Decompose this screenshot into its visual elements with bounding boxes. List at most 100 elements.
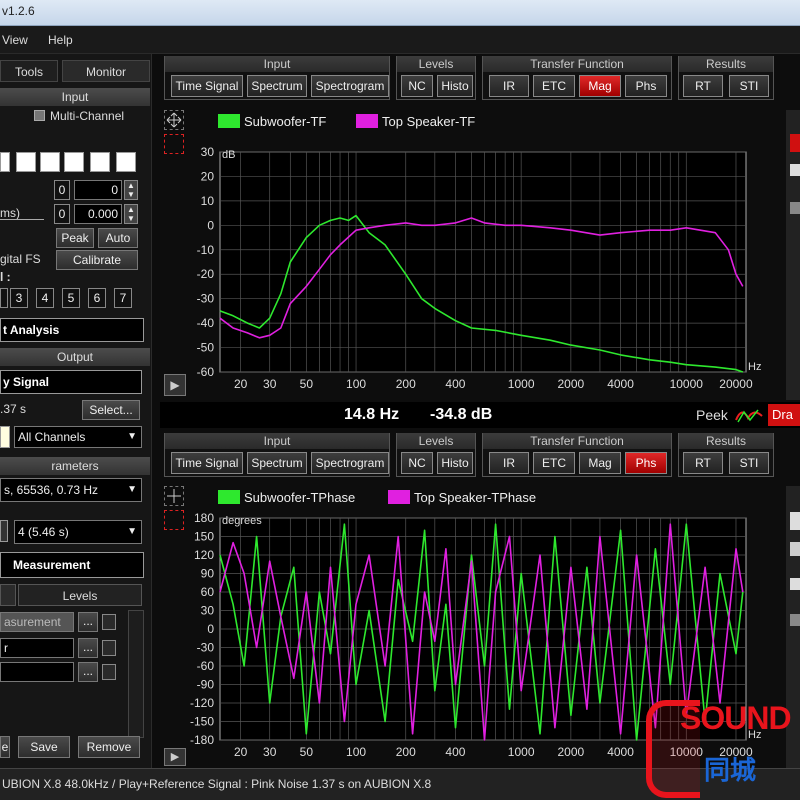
drag-button[interactable]: Dra xyxy=(768,404,800,426)
rt-button[interactable]: RT xyxy=(683,75,723,97)
tab-monitor[interactable]: Monitor xyxy=(62,60,150,82)
tab-tools[interactable]: Tools xyxy=(0,60,58,82)
channel-3[interactable]: 3 xyxy=(10,288,28,308)
right-side-panel xyxy=(786,110,800,400)
mag-button[interactable]: Mag xyxy=(579,75,621,97)
right-checkbox[interactable] xyxy=(790,578,800,590)
lock-icon[interactable] xyxy=(102,614,116,630)
list-scrollbar[interactable] xyxy=(128,610,144,738)
legend-swatch xyxy=(218,490,240,504)
x-tick-label: 4000 xyxy=(607,377,634,391)
legend-item[interactable]: Subwoofer-TF xyxy=(218,112,326,130)
legend-swatch xyxy=(356,114,378,128)
lock-icon[interactable] xyxy=(102,664,116,680)
add-button[interactable]: e xyxy=(0,736,10,758)
spectrogram-button[interactable]: Spectrogram xyxy=(311,75,389,97)
spin1-arrows[interactable]: ▲ ▼ xyxy=(124,180,138,200)
play-icon[interactable]: ▶ xyxy=(164,374,186,396)
right-checkbox[interactable] xyxy=(790,614,800,626)
analysis-section[interactable]: t Analysis xyxy=(0,318,144,342)
legend-item[interactable]: Subwoofer-TPhase xyxy=(218,488,355,506)
lock-icon[interactable] xyxy=(102,640,116,656)
x-tick-label: 400 xyxy=(445,745,465,759)
time-signal-button[interactable]: Time Signal xyxy=(171,75,243,97)
calibrate-button[interactable]: Calibrate xyxy=(56,250,138,270)
histo-button[interactable]: Histo xyxy=(437,452,473,474)
etc-button[interactable]: ETC xyxy=(533,75,575,97)
channel-box-4[interactable] xyxy=(64,152,84,172)
select-button[interactable]: Select... xyxy=(82,400,140,420)
signal-section[interactable]: y Signal xyxy=(0,370,142,394)
spin1-value[interactable]: 0 xyxy=(74,180,122,200)
channel-box-3[interactable] xyxy=(40,152,60,172)
list-item-options[interactable]: ... xyxy=(78,662,98,682)
watermark-logo: SOUND 同城 xyxy=(640,700,800,800)
ir-button[interactable]: IR xyxy=(489,452,529,474)
channel-6[interactable]: 6 xyxy=(88,288,106,308)
measurement-section[interactable]: Measurement xyxy=(0,552,144,578)
sti-button[interactable]: STI xyxy=(729,75,769,97)
channel-box-1[interactable] xyxy=(0,152,10,172)
spectrogram-button[interactable]: Spectrogram xyxy=(311,452,389,474)
tab-levels[interactable]: Levels xyxy=(18,584,142,606)
spin2-arrows[interactable]: ▲ ▼ xyxy=(124,204,138,224)
spin2-index[interactable]: 0 xyxy=(54,204,70,224)
fft-dropdown[interactable]: s, 65536, 0.73 Hz xyxy=(0,478,142,502)
right-checkbox[interactable] xyxy=(790,202,800,214)
etc-button[interactable]: ETC xyxy=(533,452,575,474)
y-tick-label: -120 xyxy=(190,696,214,710)
averages-dropdown[interactable]: 4 (5.46 s) xyxy=(14,520,142,544)
rt-button[interactable]: RT xyxy=(683,452,723,474)
channel-box-2[interactable] xyxy=(16,152,36,172)
list-item-options[interactable]: ... xyxy=(78,638,98,658)
list-item[interactable]: asurement xyxy=(0,612,74,632)
move-icon[interactable] xyxy=(164,110,184,130)
spin2-value[interactable]: 0.000 xyxy=(74,204,122,224)
right-checkbox[interactable] xyxy=(790,542,800,556)
averages-checkbox[interactable] xyxy=(0,520,8,542)
histo-button[interactable]: Histo xyxy=(437,75,473,97)
channel-5[interactable]: 5 xyxy=(62,288,80,308)
phs-button[interactable]: Phs xyxy=(625,75,667,97)
right-red-button[interactable] xyxy=(790,134,800,152)
menu-help[interactable]: Help xyxy=(48,33,73,47)
legend-item[interactable]: Top Speaker-TPhase xyxy=(388,488,536,506)
channel-4[interactable]: 4 xyxy=(36,288,54,308)
channels-dropdown[interactable]: All Channels xyxy=(14,426,142,448)
spectrum-button[interactable]: Spectrum xyxy=(247,452,307,474)
right-checkbox[interactable] xyxy=(790,164,800,176)
list-item-options[interactable]: ... xyxy=(78,612,98,632)
legend-item[interactable]: Top Speaker-TF xyxy=(356,112,475,130)
spectrum-button[interactable]: Spectrum xyxy=(247,75,307,97)
menu-view[interactable]: View xyxy=(2,33,28,47)
play-icon[interactable]: ▶ xyxy=(164,748,186,766)
list-item[interactable] xyxy=(0,662,74,682)
phs-button[interactable]: Phs xyxy=(625,452,667,474)
time-signal-button[interactable]: Time Signal xyxy=(171,452,243,474)
save-button[interactable]: Save xyxy=(18,736,70,758)
tab-measurements[interactable] xyxy=(0,584,16,606)
channel-7[interactable]: 7 xyxy=(114,288,132,308)
peak-button[interactable]: Peak xyxy=(56,228,94,248)
group-label: Input xyxy=(165,433,389,449)
auto-button[interactable]: Auto xyxy=(98,228,138,248)
channel-2[interactable] xyxy=(0,288,8,308)
color-swatch[interactable] xyxy=(0,426,10,448)
nc-button[interactable]: NC xyxy=(401,75,433,97)
move-icon[interactable] xyxy=(164,486,184,506)
ir-button[interactable]: IR xyxy=(489,75,529,97)
channel-box-5[interactable] xyxy=(90,152,110,172)
peek-icon[interactable] xyxy=(734,406,764,424)
x-tick-label: 200 xyxy=(396,745,416,759)
legend-label: Top Speaker-TF xyxy=(382,113,476,129)
list-item[interactable]: r xyxy=(0,638,74,658)
mag-button[interactable]: Mag xyxy=(579,452,621,474)
channel-box-6[interactable] xyxy=(116,152,136,172)
multi-channel-checkbox[interactable] xyxy=(34,110,45,121)
sti-button[interactable]: STI xyxy=(729,452,769,474)
nc-button[interactable]: NC xyxy=(401,452,433,474)
remove-button[interactable]: Remove xyxy=(78,736,140,758)
spin1-index[interactable]: 0 xyxy=(54,180,70,200)
right-button[interactable] xyxy=(790,512,800,530)
magnitude-plot[interactable]: 3020100-10-20-30-40-50-6020 30 50 100 200 400… xyxy=(160,142,786,400)
